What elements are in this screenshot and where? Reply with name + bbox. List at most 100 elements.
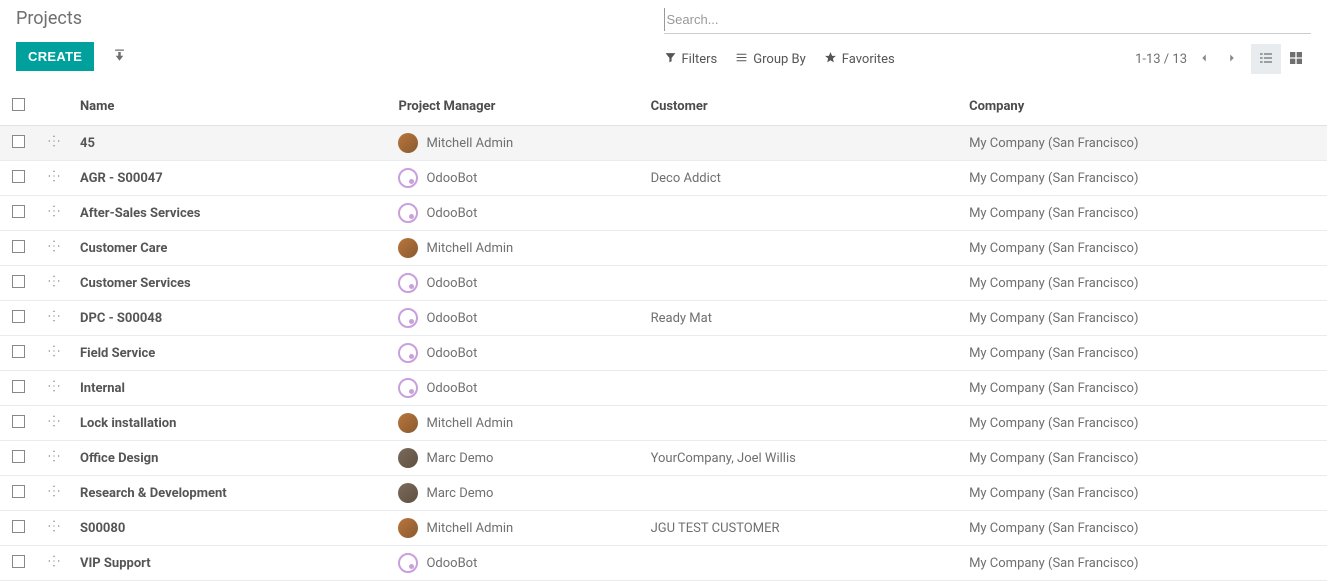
- company: My Company (San Francisco): [961, 126, 1327, 161]
- project-name: 45: [72, 126, 390, 161]
- avatar: [398, 448, 418, 468]
- drag-handle-icon[interactable]: [47, 417, 61, 432]
- project-name: S00080: [72, 511, 390, 546]
- project-manager: OdooBot: [426, 311, 477, 326]
- project-name: Internal: [72, 371, 390, 406]
- table-row[interactable]: AGR - S00047OdooBotDeco AddictMy Company…: [0, 161, 1327, 196]
- favorites-label: Favorites: [842, 52, 895, 67]
- projects-table: Name Project Manager Customer Company 45…: [0, 88, 1327, 581]
- drag-handle-icon[interactable]: [47, 382, 61, 397]
- table-row[interactable]: VIP Support OdooBot My Company (San Franci…: [0, 546, 1327, 581]
- drag-handle-icon[interactable]: [47, 522, 61, 537]
- table-row[interactable]: After-Sales Services OdooBot My Company (S…: [0, 196, 1327, 231]
- customer: [643, 406, 961, 441]
- list-view-icon: [1258, 50, 1274, 69]
- company: My Company (San Francisco): [961, 336, 1327, 371]
- row-checkbox[interactable]: [12, 520, 25, 533]
- company: My Company (San Francisco): [961, 371, 1327, 406]
- drag-handle-icon[interactable]: [47, 557, 61, 572]
- drag-handle-icon[interactable]: [47, 487, 61, 502]
- import-button[interactable]: [106, 41, 133, 71]
- drag-handle-icon[interactable]: [47, 277, 61, 292]
- col-name[interactable]: Name: [72, 88, 390, 126]
- avatar: [398, 273, 418, 293]
- customer: Ready Mat: [643, 301, 961, 336]
- row-checkbox[interactable]: [12, 555, 25, 568]
- company: My Company (San Francisco): [961, 161, 1327, 196]
- avatar: [398, 483, 418, 503]
- project-name: After-Sales Services: [72, 196, 390, 231]
- company: My Company (San Francisco): [961, 441, 1327, 476]
- kanban-view-button[interactable]: [1281, 44, 1311, 74]
- project-manager: OdooBot: [426, 206, 477, 221]
- project-name: Research & Development: [72, 476, 390, 511]
- pager: 1-13 / 13: [1135, 47, 1243, 72]
- page-title: Projects: [16, 8, 664, 29]
- company: My Company (San Francisco): [961, 546, 1327, 581]
- project-name: Customer Services: [72, 266, 390, 301]
- row-checkbox[interactable]: [12, 415, 25, 428]
- project-manager: Marc Demo: [426, 451, 493, 466]
- drag-handle-icon[interactable]: [47, 242, 61, 257]
- row-checkbox[interactable]: [12, 135, 25, 148]
- row-checkbox[interactable]: [12, 240, 25, 253]
- avatar: [398, 343, 418, 363]
- list-view-button[interactable]: [1251, 44, 1281, 74]
- avatar: [398, 378, 418, 398]
- table-row[interactable]: S00080Mitchell AdminJGU TEST CUSTOMERMy …: [0, 511, 1327, 546]
- filters-button[interactable]: Filters: [664, 51, 718, 68]
- drag-handle-icon[interactable]: [47, 207, 61, 222]
- table-row[interactable]: Lock installationMitchell AdminMy Compan…: [0, 406, 1327, 441]
- create-button[interactable]: CREATE: [16, 42, 94, 71]
- col-customer[interactable]: Customer: [643, 88, 961, 126]
- table-row[interactable]: 45 Mitchell Admin My Company (San Francisc…: [0, 126, 1327, 161]
- avatar: [398, 308, 418, 328]
- table-row[interactable]: DPC - S00048OdooBotReady MatMy Company (…: [0, 301, 1327, 336]
- col-pm[interactable]: Project Manager: [390, 88, 642, 126]
- project-manager: OdooBot: [426, 381, 477, 396]
- table-row[interactable]: Customer CareMitchell AdminMy Company (S…: [0, 231, 1327, 266]
- avatar: [398, 553, 418, 573]
- project-manager: Mitchell Admin: [426, 241, 513, 256]
- project-manager: Mitchell Admin: [426, 136, 513, 151]
- company: My Company (San Francisco): [961, 476, 1327, 511]
- row-checkbox[interactable]: [12, 345, 25, 358]
- search-input[interactable]: [664, 8, 1312, 31]
- table-row[interactable]: Field ServiceOdooBotMy Company (San Fran…: [0, 336, 1327, 371]
- table-row[interactable]: Office DesignMarc DemoYourCompany, Joel …: [0, 441, 1327, 476]
- table-row[interactable]: Customer ServicesOdooBotMy Company (San …: [0, 266, 1327, 301]
- project-name: VIP Support: [72, 546, 390, 581]
- project-manager: Mitchell Admin: [426, 416, 513, 431]
- drag-handle-icon[interactable]: [47, 312, 61, 327]
- row-checkbox[interactable]: [12, 450, 25, 463]
- groupby-label: Group By: [753, 52, 806, 67]
- avatar: [398, 518, 418, 538]
- project-manager: OdooBot: [426, 556, 477, 571]
- row-checkbox[interactable]: [12, 205, 25, 218]
- row-checkbox[interactable]: [12, 275, 25, 288]
- drag-handle-icon[interactable]: [47, 452, 61, 467]
- row-checkbox[interactable]: [12, 310, 25, 323]
- pager-next-button[interactable]: [1221, 47, 1243, 72]
- company: My Company (San Francisco): [961, 266, 1327, 301]
- row-checkbox[interactable]: [12, 485, 25, 498]
- row-checkbox[interactable]: [12, 380, 25, 393]
- drag-handle-icon[interactable]: [47, 347, 61, 362]
- favorites-button[interactable]: Favorites: [824, 51, 895, 68]
- col-company[interactable]: Company: [961, 88, 1327, 126]
- groupby-button[interactable]: Group By: [735, 51, 806, 68]
- company: My Company (San Francisco): [961, 196, 1327, 231]
- drag-handle-icon[interactable]: [47, 172, 61, 187]
- project-name: DPC - S00048: [72, 301, 390, 336]
- company: My Company (San Francisco): [961, 511, 1327, 546]
- drag-handle-icon[interactable]: [47, 137, 61, 152]
- avatar: [398, 133, 418, 153]
- customer: [643, 336, 961, 371]
- table-row[interactable]: Internal OdooBot My Company (San Francisco…: [0, 371, 1327, 406]
- pager-prev-button[interactable]: [1193, 47, 1215, 72]
- table-row[interactable]: Research & DevelopmentMarc DemoMy Compan…: [0, 476, 1327, 511]
- customer: [643, 476, 961, 511]
- row-checkbox[interactable]: [12, 170, 25, 183]
- select-all-checkbox[interactable]: [12, 98, 25, 111]
- customer: [643, 126, 961, 161]
